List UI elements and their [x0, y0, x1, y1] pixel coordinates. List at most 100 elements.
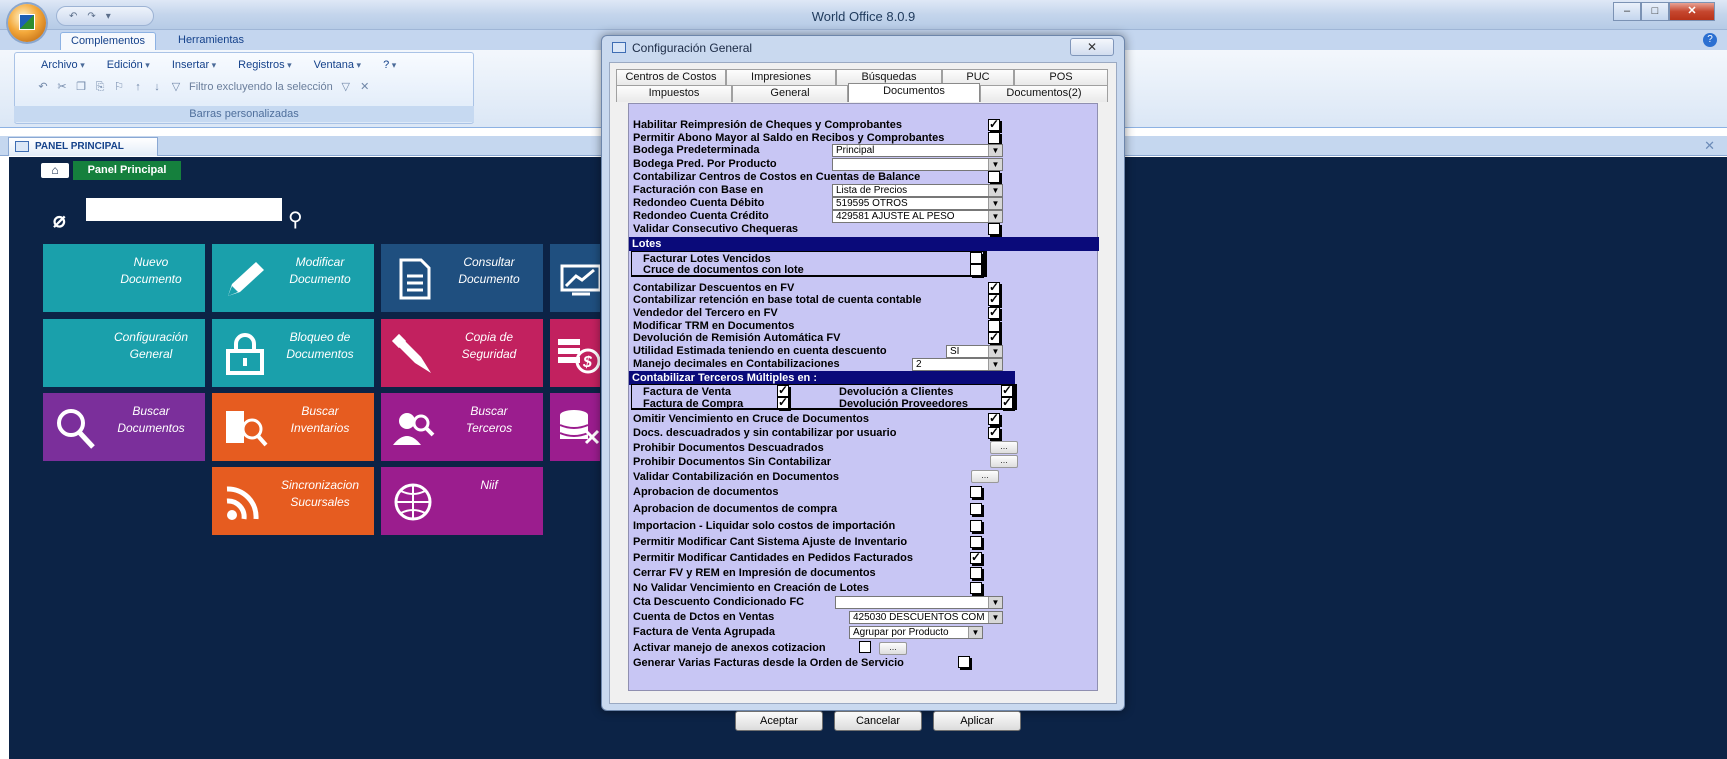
cerrar-fv-checkbox[interactable]: [970, 567, 982, 579]
validar-chequeras-checkbox[interactable]: [988, 223, 1000, 235]
aprobacion-docs-checkbox[interactable]: [970, 486, 982, 498]
minimize-button[interactable]: –: [1613, 2, 1641, 21]
factura-agrupada-select[interactable]: Agrupar por Producto ▼: [849, 626, 983, 639]
menu-archivo[interactable]: Archivo: [41, 59, 85, 71]
title-bar: ↶ ↷ ▾ World Office 8.0.9 – □ ✕: [0, 0, 1727, 30]
bodega-select[interactable]: Principal ▼: [832, 144, 1003, 157]
filter-selection-icon[interactable]: ▽: [340, 81, 352, 93]
descuadrados-usuario-checkbox[interactable]: [988, 425, 1000, 439]
factura-compra-checkbox[interactable]: [777, 395, 789, 409]
tile-sincronizacion-sucursales[interactable]: Sincronizacion Sucursales: [212, 467, 374, 535]
tab-documentos[interactable]: Documentos: [848, 83, 980, 102]
prohibir-descuadrados-ellipsis-button[interactable]: ...: [990, 441, 1018, 454]
tab-documentos-2[interactable]: Documentos(2): [980, 85, 1108, 102]
menu-insertar[interactable]: Insertar: [172, 59, 216, 71]
menu-edicion[interactable]: Edición: [107, 59, 150, 71]
devolucion-proveedores-checkbox[interactable]: [1001, 395, 1013, 409]
facturacion-select[interactable]: Lista de Precios ▼: [832, 184, 1003, 197]
cta-descuento-select[interactable]: ▼: [835, 596, 1003, 609]
lotes-vencidos-checkbox[interactable]: [970, 252, 982, 264]
dialog-close-button[interactable]: ✕: [1070, 38, 1114, 56]
lotes-cruce-checkbox[interactable]: [970, 264, 982, 276]
modificar-cant-checkbox[interactable]: [970, 536, 982, 548]
validar-cont-ellipsis-button[interactable]: ...: [971, 470, 999, 483]
tile-buscar-terceros[interactable]: Buscar Terceros: [381, 393, 543, 461]
utilidad-select[interactable]: SI ▼: [946, 345, 1003, 358]
redondeo-debito-value: 519595 OTROS: [836, 198, 908, 209]
tile-finanzas[interactable]: $: [550, 319, 600, 387]
usb-icon: [391, 333, 437, 375]
cut-icon[interactable]: ✂: [56, 81, 68, 93]
maximize-button[interactable]: □: [1641, 2, 1669, 21]
row-utilidad-label: Utilidad Estimada teniendo en cuenta des…: [633, 345, 887, 357]
find-icon[interactable]: ⚐: [113, 81, 125, 93]
remove-filter-icon[interactable]: ✕: [359, 81, 371, 93]
search-icon[interactable]: ⚲: [288, 210, 303, 230]
menu-registros[interactable]: Registros: [238, 59, 292, 71]
sort-desc-icon[interactable]: ↓: [151, 81, 163, 93]
undo-tool-icon[interactable]: ↶: [37, 81, 49, 93]
decimales-select[interactable]: 2 ▼: [912, 358, 1003, 371]
prohibir-sin-cont-ellipsis-button[interactable]: ...: [990, 455, 1018, 468]
chevron-down-icon: ▼: [968, 627, 982, 638]
anexos-ellipsis-button[interactable]: ...: [879, 642, 907, 655]
search-input[interactable]: [86, 198, 282, 221]
office-button[interactable]: [8, 4, 46, 42]
varias-facturas-checkbox[interactable]: [958, 656, 970, 668]
modificar-pedidos-checkbox[interactable]: [970, 550, 982, 564]
clear-search-icon[interactable]: ⌀: [53, 210, 66, 231]
tab-complementos[interactable]: Complementos: [60, 32, 156, 50]
aprobacion-compra-checkbox[interactable]: [970, 503, 982, 515]
menu-help[interactable]: ?: [383, 59, 396, 71]
chevron-down-icon: ▼: [988, 198, 1002, 209]
redondeo-credito-select[interactable]: 429581 AJUSTE AL PESO ▼: [832, 210, 1003, 223]
sort-asc-icon[interactable]: ↑: [132, 81, 144, 93]
importacion-checkbox[interactable]: [970, 520, 982, 532]
tile-buscar-inventarios[interactable]: Buscar Inventarios: [212, 393, 374, 461]
tile-niif[interactable]: Niif: [381, 467, 543, 535]
filter-excluding-selection[interactable]: Filtro excluyendo la selección: [189, 81, 333, 93]
copy-icon[interactable]: ❐: [75, 81, 87, 93]
vendedor-checkbox[interactable]: [988, 305, 1000, 319]
home-icon[interactable]: ⌂: [41, 163, 69, 178]
tab-impresiones[interactable]: Impresiones: [726, 69, 836, 85]
home-label[interactable]: Panel Principal: [73, 161, 181, 180]
aplicar-button[interactable]: Aplicar: [933, 711, 1021, 731]
anexos-checkbox[interactable]: [859, 641, 871, 653]
abono-checkbox[interactable]: [988, 132, 1000, 144]
close-tab-icon[interactable]: ✕: [1704, 138, 1715, 154]
cancelar-button[interactable]: Cancelar: [834, 711, 922, 731]
cuenta-dctos-select[interactable]: 425030 DESCUENTOS COM ▼: [849, 611, 1003, 624]
tile-consultar-documento[interactable]: Consultar Documento: [381, 244, 543, 312]
row-prohibir-sin-cont-label: Prohibir Documentos Sin Contabilizar: [633, 456, 832, 468]
redondeo-debito-select[interactable]: 519595 OTROS ▼: [832, 197, 1003, 210]
no-validar-venc-checkbox[interactable]: [970, 582, 982, 594]
tile-buscar-documentos[interactable]: Buscar Documentos: [43, 393, 205, 461]
tile-copia-seguridad[interactable]: Copia de Seguridad: [381, 319, 543, 387]
tab-pos[interactable]: POS: [1014, 69, 1108, 85]
help-icon[interactable]: ?: [1703, 33, 1717, 47]
omitir-venc-checkbox[interactable]: [988, 411, 1000, 425]
devolucion-rem-checkbox[interactable]: [988, 330, 1000, 344]
tile-graficos[interactable]: [550, 244, 600, 312]
menu-ventana[interactable]: Ventana: [314, 59, 361, 71]
tile-base-datos[interactable]: [550, 393, 600, 461]
tile-nuevo-documento[interactable]: Nuevo Documento: [43, 244, 205, 312]
tab-centros-costos[interactable]: Centros de Costos: [616, 69, 726, 85]
paste-icon[interactable]: ⎘: [94, 81, 106, 93]
filter-icon[interactable]: ▽: [170, 81, 182, 93]
centros-checkbox[interactable]: [988, 171, 1000, 183]
tab-impuestos[interactable]: Impuestos: [616, 85, 732, 102]
close-button[interactable]: ✕: [1669, 2, 1715, 21]
tab-general[interactable]: General: [732, 85, 848, 102]
aceptar-button[interactable]: Aceptar: [735, 711, 823, 731]
tab-herramientas[interactable]: Herramientas: [168, 32, 254, 50]
bodega-producto-select[interactable]: ▼: [832, 158, 1003, 171]
tile-bloqueo-documentos[interactable]: Bloqueo de Documentos: [212, 319, 374, 387]
document-tab-panel-principal[interactable]: PANEL PRINCIPAL: [8, 137, 158, 156]
svg-text:$: $: [582, 354, 593, 371]
tile-modificar-documento[interactable]: Modificar Documento: [212, 244, 374, 312]
utilidad-value: SI: [950, 346, 960, 357]
tile-configuracion-general[interactable]: Configuración General: [43, 319, 205, 387]
reimpresion-checkbox[interactable]: [988, 117, 1000, 131]
